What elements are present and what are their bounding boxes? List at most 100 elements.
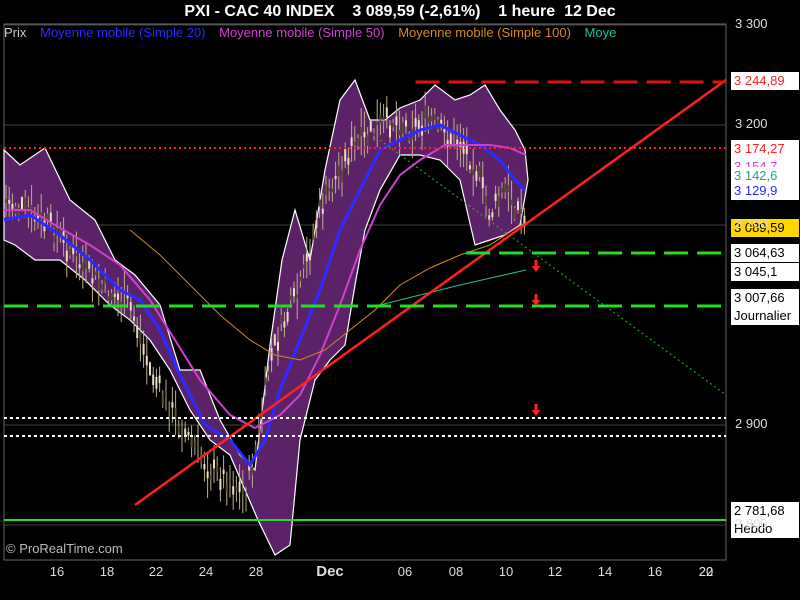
candle-body xyxy=(424,105,427,119)
candle-body xyxy=(91,278,94,284)
candle-body xyxy=(299,276,302,282)
candle-body xyxy=(277,341,279,351)
candle-body xyxy=(501,188,503,193)
legend-price[interactable]: Prix xyxy=(4,25,26,40)
legend-sma50[interactable]: Moyenne mobile (Simple 50) xyxy=(219,25,384,40)
candle-body xyxy=(494,193,497,201)
x-tick-label: 16 xyxy=(647,564,663,579)
legend-sma100[interactable]: Moyenne mobile (Simple 100) xyxy=(398,25,571,40)
x-tick-label: 22 xyxy=(698,564,714,579)
price-tag-value: 3 174,27 xyxy=(734,141,785,156)
candle-body xyxy=(443,128,446,133)
candle-body xyxy=(101,283,103,290)
candle-body xyxy=(187,431,190,436)
y-tick-label: 3 200 xyxy=(735,116,768,131)
x-tick-label: 22 xyxy=(148,564,164,579)
candle-body xyxy=(197,438,199,450)
x-tick-label: 12 xyxy=(547,564,563,579)
candle-body xyxy=(296,294,299,299)
candle-body xyxy=(267,371,270,376)
candle-body xyxy=(289,295,292,300)
x-tick-label: 06 xyxy=(397,564,413,579)
candle-body xyxy=(75,253,78,257)
candle-body xyxy=(382,116,385,121)
candle-body xyxy=(389,125,391,138)
x-tick-label: Dec xyxy=(316,563,344,580)
candle-body xyxy=(507,185,510,192)
chart-canvas xyxy=(3,23,727,561)
candle-body xyxy=(190,435,193,448)
watermark: © ProRealTime.com xyxy=(6,541,123,556)
y-tick-label: 3 300 xyxy=(735,16,768,31)
candle-body xyxy=(81,262,84,272)
candle-body xyxy=(245,496,247,503)
candle-body xyxy=(152,374,155,386)
candle-body xyxy=(142,343,145,355)
candle-body xyxy=(366,134,369,147)
candle-body xyxy=(53,235,55,244)
candle-body xyxy=(520,209,523,214)
candle-body xyxy=(241,487,244,496)
candle-body xyxy=(334,175,337,180)
chart-title: PXI - CAC 40 INDEX 3 089,59 (-2,61%) 1 h… xyxy=(0,0,800,24)
candle-body xyxy=(344,149,347,162)
price-tag-value: 3 007,66 xyxy=(734,290,785,305)
candle-body xyxy=(145,355,148,366)
y-tick-label: 2 800 xyxy=(735,516,768,531)
candle-body xyxy=(353,141,356,146)
candle-body xyxy=(280,314,283,325)
candle-body xyxy=(478,165,481,177)
candle-body xyxy=(488,215,491,220)
candle-body xyxy=(24,197,27,211)
candle-body xyxy=(129,302,132,311)
candle-body xyxy=(113,293,116,297)
x-tick-label: 16 xyxy=(49,564,65,579)
candle-body xyxy=(193,441,196,449)
price-tag: 3 244,89 xyxy=(731,72,799,90)
candle-body xyxy=(510,199,513,205)
x-tick-label: 14 xyxy=(597,564,613,579)
x-tick-label: 18 xyxy=(99,564,115,579)
price-tag-value: 3 129,9 xyxy=(734,183,778,198)
candle-body xyxy=(360,127,363,137)
candle-body xyxy=(318,199,321,207)
legend-sma20[interactable]: Moyenne mobile (Simple 20) xyxy=(40,25,205,40)
candle-body xyxy=(414,118,417,127)
candle-body xyxy=(229,479,231,484)
candle-body xyxy=(430,115,433,122)
candle-body xyxy=(373,132,375,136)
candle-body xyxy=(341,170,343,183)
candle-body xyxy=(232,486,235,495)
candle-body xyxy=(379,114,382,124)
legend-more[interactable]: Moye xyxy=(585,25,617,40)
price-tag-value: 3 045,1 xyxy=(734,264,778,279)
candle-body xyxy=(213,459,215,469)
candle-body xyxy=(117,293,119,300)
price-tag: 3 007,66 Journalier xyxy=(731,289,799,325)
x-tick-label: 28 xyxy=(248,564,264,579)
candle-body xyxy=(376,121,379,125)
candle-body xyxy=(321,208,324,214)
candle-body xyxy=(513,207,516,220)
candle-body xyxy=(475,171,478,181)
candle-body xyxy=(405,120,407,127)
candle-body xyxy=(456,139,459,145)
candle-body xyxy=(315,220,318,229)
candle-body xyxy=(104,277,107,284)
candle-body xyxy=(427,116,430,124)
candle-body xyxy=(177,426,180,433)
candle-body xyxy=(251,466,254,475)
candle-body xyxy=(222,469,225,475)
candle-body xyxy=(504,183,507,193)
candle-body xyxy=(11,203,14,210)
candle-body xyxy=(149,362,151,376)
candle-body xyxy=(209,475,212,479)
candle-body xyxy=(133,316,135,321)
price-tag-value: 3 244,89 xyxy=(734,73,785,88)
price-tag-value: 3 064,63 xyxy=(734,245,785,260)
x-tick-label: 10 xyxy=(498,564,514,579)
candle-body xyxy=(398,130,401,136)
price-tag: 3 129,9 xyxy=(731,182,799,200)
candle-body xyxy=(328,188,331,192)
candle-body xyxy=(165,391,167,399)
